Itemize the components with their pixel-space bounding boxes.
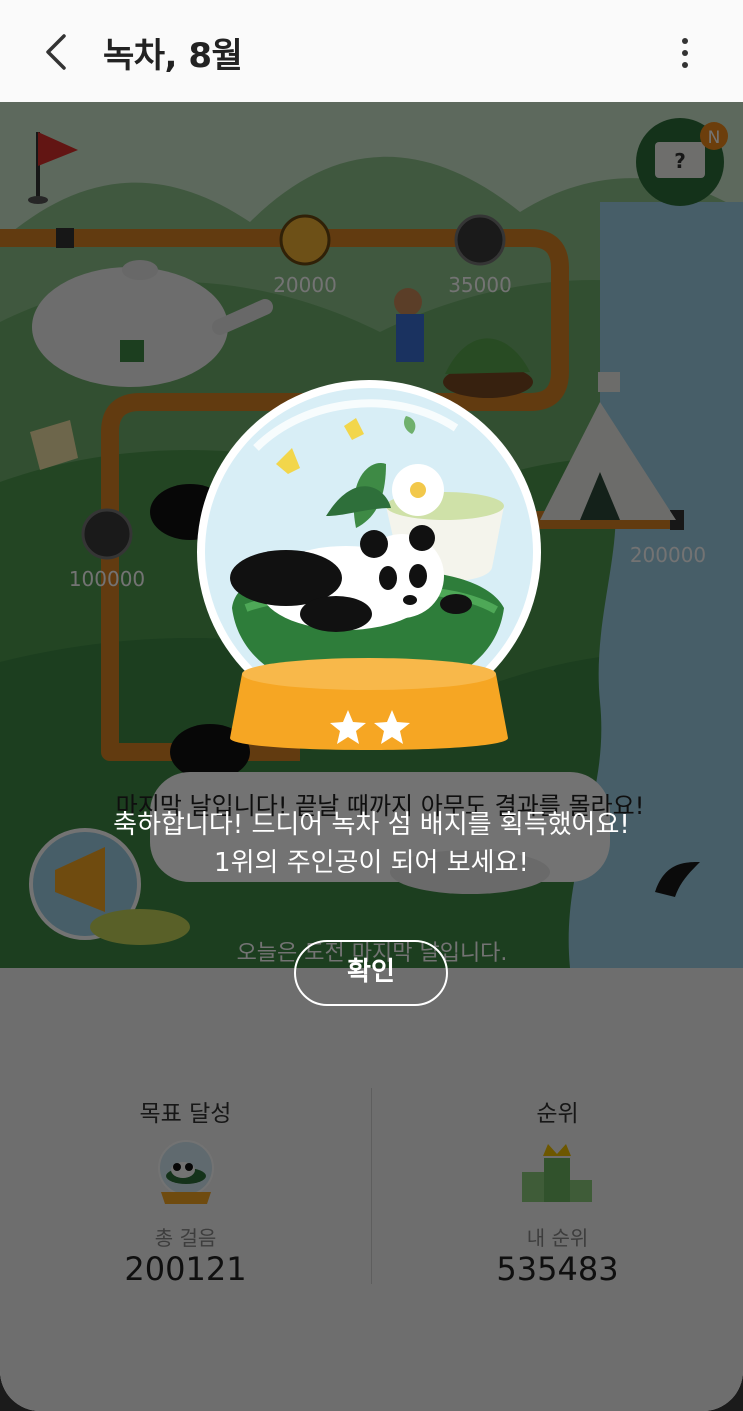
more-dots-icon [682, 38, 688, 44]
rank-label: 순위 [536, 1101, 579, 1127]
back-arrow-icon [46, 34, 66, 70]
notification-badge: N [708, 128, 721, 148]
total-steps-label: 총 걸음 [154, 1226, 217, 1250]
tea-island-badge-icon [158, 1140, 214, 1204]
screen: 녹차, 8월 20000 35000 100000 200000 마지막 날입니… [0, 0, 743, 1411]
challenge-map: 20000 35000 100000 200000 마지막 날입니다! 끝날 때… [0, 102, 743, 968]
goal-label: 목표 달성 [139, 1101, 232, 1127]
milestone-label: 200000 [630, 543, 706, 567]
milestone-label: 100000 [69, 567, 145, 591]
my-rank-value: 535483 [496, 1250, 619, 1288]
map-balloon-text: 마지막 날입니다! 끝날 때까지 아무도 결과를 몰라요! [116, 792, 645, 820]
milestone-label: 35000 [448, 273, 512, 297]
confirm-button[interactable]: 확인 [294, 940, 448, 1006]
back-button[interactable] [38, 30, 78, 74]
more-options-button[interactable] [668, 33, 702, 73]
page-title: 녹차, 8월 [103, 36, 243, 76]
podium-icon [522, 1144, 592, 1202]
my-rank-label: 내 순위 [526, 1226, 589, 1250]
stats-panel: 목표 달성 총 걸음 200121 순위 내 순위 535483 [0, 968, 743, 1411]
milestone-label: 20000 [273, 273, 337, 297]
map-illustration: 20000 35000 100000 200000 마지막 날입니다! 끝날 때… [0, 102, 743, 968]
mystery-badge-mark: ? [674, 149, 686, 173]
app-bar: 녹차, 8월 [0, 0, 743, 102]
total-steps-value: 200121 [124, 1250, 247, 1288]
